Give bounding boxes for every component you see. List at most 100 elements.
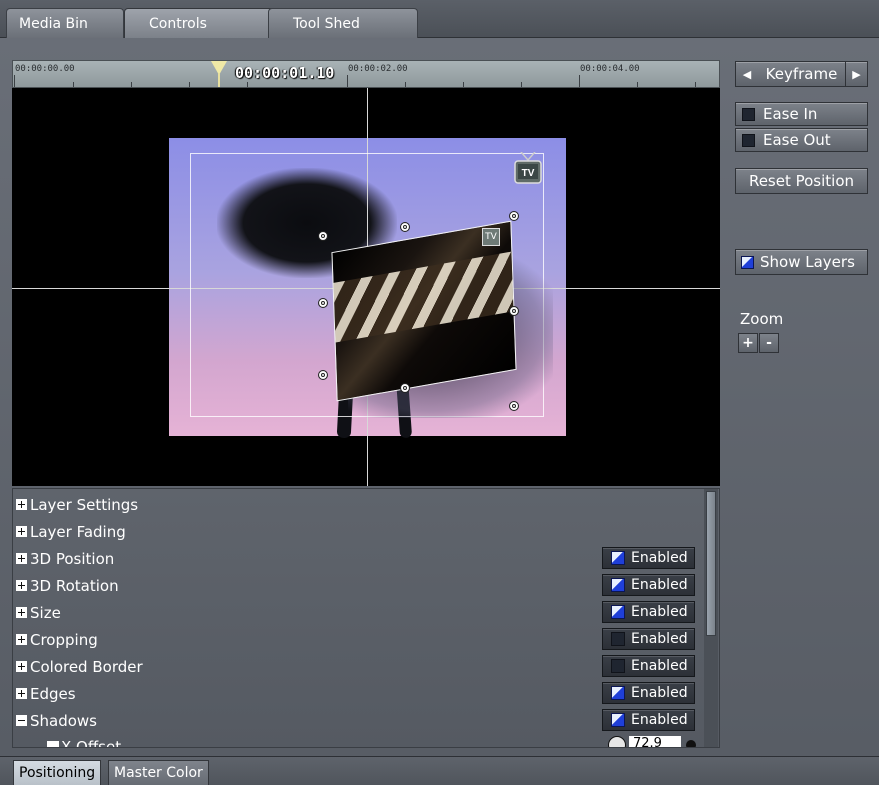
enabled-checkbox[interactable] xyxy=(611,578,625,592)
transform-handle[interactable] xyxy=(318,370,328,380)
tv-logo-icon: TV xyxy=(514,152,542,184)
expand-plus-icon[interactable] xyxy=(16,607,27,618)
reset-position-label: Reset Position xyxy=(748,172,855,190)
property-row-shadows[interactable]: Shadows Enabled xyxy=(13,707,703,734)
overlay-layer-image[interactable] xyxy=(331,220,517,402)
expand-plus-icon[interactable] xyxy=(16,499,27,510)
x-offset-value-control: 72.9 xyxy=(608,735,700,747)
zoom-label: Zoom xyxy=(740,310,784,328)
enabled-label: Enabled xyxy=(631,577,688,593)
top-tab-strip: Media Bin Controls Tool Shed xyxy=(0,0,879,38)
property-row-3d-position[interactable]: 3D Position Enabled xyxy=(13,545,703,572)
tab-media-bin[interactable]: Media Bin xyxy=(6,8,124,38)
transform-handle[interactable] xyxy=(400,383,410,393)
tab-media-bin-label: Media Bin xyxy=(19,15,88,32)
tab-controls[interactable]: Controls xyxy=(124,8,274,38)
zoom-out-button[interactable]: - xyxy=(759,333,779,353)
timeline-tick xyxy=(247,82,248,87)
tab-positioning[interactable]: Positioning xyxy=(13,760,102,785)
enabled-checkbox[interactable] xyxy=(611,686,625,700)
x-offset-checkbox[interactable] xyxy=(47,740,59,747)
properties-scrollbar[interactable] xyxy=(704,489,718,747)
transform-handle[interactable] xyxy=(318,298,328,308)
property-label: Colored Border xyxy=(30,657,143,676)
property-row-edges[interactable]: Edges Enabled xyxy=(13,680,703,707)
timeline-tick xyxy=(695,82,696,87)
reset-position-button[interactable]: Reset Position xyxy=(735,168,868,194)
property-row-colored-border[interactable]: Colored Border Enabled xyxy=(13,653,703,680)
keyframe-dot-icon[interactable] xyxy=(686,740,696,747)
expand-plus-icon[interactable] xyxy=(16,526,27,537)
expand-plus-icon[interactable] xyxy=(16,580,27,591)
timeline-end-label: 00:00:04.00 xyxy=(580,64,640,74)
property-label: Layer Fading xyxy=(30,522,126,541)
tab-master-color-label: Master Color xyxy=(114,765,203,781)
value-knob-icon[interactable] xyxy=(608,736,626,747)
tab-tool-shed[interactable]: Tool Shed xyxy=(268,8,418,38)
timeline-tick xyxy=(131,82,132,87)
next-keyframe-button[interactable]: ▶ xyxy=(845,62,867,86)
show-layers-checkbox[interactable] xyxy=(741,255,754,269)
timeline-tick xyxy=(521,82,522,87)
timeline-tick xyxy=(14,75,15,87)
transform-handle[interactable] xyxy=(400,222,410,232)
tab-master-color[interactable]: Master Color xyxy=(108,760,209,785)
property-label: Layer Settings xyxy=(30,495,139,514)
timeline-start-label: 00:00:00.00 xyxy=(15,64,75,74)
ease-in-label: Ease In xyxy=(763,105,818,123)
enabled-checkbox[interactable] xyxy=(611,605,625,619)
transform-handle[interactable] xyxy=(318,231,328,241)
enabled-label: Enabled xyxy=(631,631,688,647)
property-label: Edges xyxy=(30,684,76,703)
layer-tv-logo-icon: TV xyxy=(482,228,500,246)
enabled-toggle[interactable]: Enabled xyxy=(602,601,695,623)
zoom-out-label: - xyxy=(766,335,772,351)
property-row-layer-fading[interactable]: Layer Fading xyxy=(13,518,703,545)
ease-out-toggle[interactable]: Ease Out xyxy=(735,128,868,152)
enabled-toggle[interactable]: Enabled xyxy=(602,709,695,731)
zoom-in-button[interactable]: + xyxy=(738,333,758,353)
ease-out-checkbox[interactable] xyxy=(742,133,755,147)
keyframe-nav: ◀ Keyframe ▶ xyxy=(735,61,868,87)
property-label: X Offset xyxy=(61,737,122,748)
transform-handle[interactable] xyxy=(509,401,519,411)
timeline-ruler[interactable]: 00:00:00.00 00:00:02.00 00:00:04.00 00:0… xyxy=(12,60,720,88)
ease-in-toggle[interactable]: Ease In xyxy=(735,102,868,126)
expand-plus-icon[interactable] xyxy=(16,661,27,672)
enabled-label: Enabled xyxy=(631,658,688,674)
scrollbar-thumb[interactable] xyxy=(706,491,716,636)
enabled-toggle[interactable]: Enabled xyxy=(602,547,695,569)
transform-handle[interactable] xyxy=(509,211,519,221)
prev-keyframe-button[interactable]: ◀ xyxy=(736,62,758,86)
ease-in-checkbox[interactable] xyxy=(742,107,755,121)
property-row-size[interactable]: Size Enabled xyxy=(13,599,703,626)
enabled-toggle[interactable]: Enabled xyxy=(602,574,695,596)
properties-panel: Layer Settings Layer Fading 3D Position … xyxy=(12,488,720,748)
enabled-checkbox[interactable] xyxy=(611,632,625,646)
expand-plus-icon[interactable] xyxy=(16,553,27,564)
timeline-tick xyxy=(463,82,464,87)
enabled-checkbox[interactable] xyxy=(611,713,625,727)
enabled-checkbox[interactable] xyxy=(611,551,625,565)
transform-handle[interactable] xyxy=(509,306,519,316)
expand-plus-icon[interactable] xyxy=(16,688,27,699)
enabled-toggle[interactable]: Enabled xyxy=(602,655,695,677)
property-row-cropping[interactable]: Cropping Enabled xyxy=(13,626,703,653)
property-label: Size xyxy=(30,603,61,622)
timeline-tick xyxy=(189,82,190,87)
enabled-checkbox[interactable] xyxy=(611,659,625,673)
expand-plus-icon[interactable] xyxy=(16,634,27,645)
property-label: 3D Position xyxy=(30,549,115,568)
enabled-label: Enabled xyxy=(631,685,688,701)
bottom-tab-strip: Positioning Master Color xyxy=(0,756,879,785)
property-row-layer-settings[interactable]: Layer Settings xyxy=(13,491,703,518)
property-label: 3D Rotation xyxy=(30,576,119,595)
enabled-toggle[interactable]: Enabled xyxy=(602,682,695,704)
property-row-3d-rotation[interactable]: 3D Rotation Enabled xyxy=(13,572,703,599)
preview-viewport[interactable]: TV TV xyxy=(12,88,720,486)
enabled-toggle[interactable]: Enabled xyxy=(602,628,695,650)
show-layers-toggle[interactable]: Show Layers xyxy=(735,249,868,275)
enabled-label: Enabled xyxy=(631,604,688,620)
x-offset-value-input[interactable]: 72.9 xyxy=(629,736,681,747)
collapse-minus-icon[interactable] xyxy=(16,715,27,726)
